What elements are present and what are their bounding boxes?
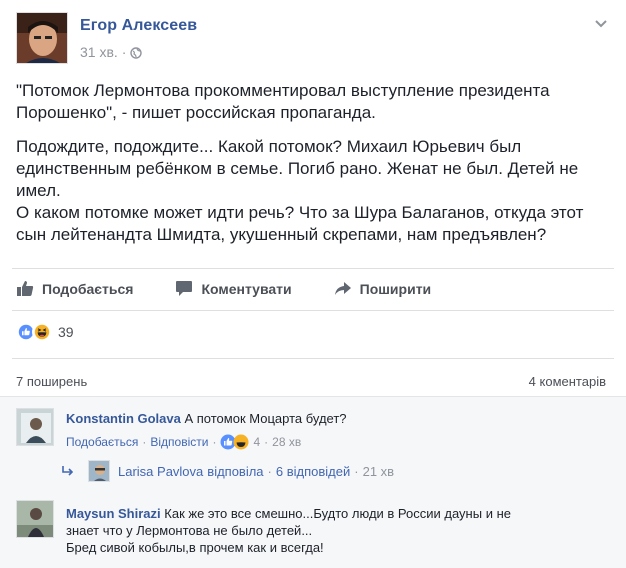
globe-icon [130, 46, 143, 59]
like-button[interactable]: Подобається [16, 280, 133, 297]
divider [12, 268, 614, 269]
comment-label: Коментувати [201, 280, 292, 297]
reply-arrow-icon [62, 466, 74, 476]
reply-time[interactable]: 21 хв [363, 464, 394, 479]
comment-icon [176, 281, 193, 296]
post-time[interactable]: 31 хв. [80, 44, 118, 60]
chevron-down-icon[interactable] [594, 16, 608, 28]
meta-separator: · [121, 44, 127, 60]
commenter-name[interactable]: Maysun Shirazi [66, 506, 161, 521]
comment-time[interactable]: 28 хв [272, 435, 301, 449]
replier-action: відповіла [207, 463, 264, 479]
comment-button[interactable]: Коментувати [175, 280, 292, 297]
replies-count[interactable]: 6 відповідей [276, 464, 350, 479]
comment-text: Бред сивой кобылы,в прочем как и всегда! [66, 540, 324, 555]
comment-like-link[interactable]: Подобається [66, 435, 138, 449]
replier-name[interactable]: Larisa Pavlova [118, 464, 203, 479]
post-paragraph: Подождите, подождите... Какой потомок? М… [16, 137, 579, 200]
replier-avatar[interactable] [88, 460, 110, 482]
author-avatar[interactable] [16, 12, 68, 64]
comment-meta: Подобається · Відповісти · 4 · 28 хв [66, 434, 302, 450]
author-name[interactable]: Егор Алексеев [80, 17, 197, 35]
comment-reply-link[interactable]: Відповісти [150, 435, 208, 449]
post-paragraph: "Потомок Лермонтова прокомментировал выс… [16, 81, 550, 122]
post-body: "Потомок Лермонтова прокомментировал выс… [16, 80, 616, 258]
share-button[interactable]: Поширити [334, 280, 432, 297]
reactions-summary[interactable]: 39 [16, 322, 74, 342]
commenter-name[interactable]: Konstantin Golava [66, 411, 181, 426]
comment-text: Как же это все смешно...Будто люди в Рос… [164, 506, 511, 521]
post-meta: 31 хв. · [80, 44, 143, 60]
divider [12, 310, 614, 311]
shares-count[interactable]: 7 поширень [16, 374, 87, 389]
like-label: Подобається [42, 280, 134, 297]
replies-summary[interactable]: Larisa Pavlova відповіла · 6 відповідей … [62, 460, 394, 482]
post-actions: Подобається Коментувати Поширити [16, 280, 473, 297]
haha-reaction-icon [32, 322, 52, 342]
comment-reaction-count[interactable]: 4 [253, 435, 260, 449]
commenter-avatar[interactable] [16, 408, 54, 446]
thumbs-up-icon [17, 281, 34, 296]
haha-reaction-icon [233, 434, 249, 450]
comment-body: Maysun Shirazi Как же это все смешно...Б… [66, 505, 606, 556]
comments-count[interactable]: 4 коментарів [529, 374, 606, 389]
post-paragraph: О каком потомке может идти речь? Что за … [16, 203, 584, 244]
share-label: Поширити [359, 280, 432, 297]
commenter-avatar[interactable] [16, 500, 54, 538]
comment-text: знает что у Лермонтова не было детей... [66, 523, 313, 538]
facebook-post: Егор Алексеев 31 хв. · "Потомок Лермонто… [0, 0, 626, 568]
share-arrow-icon [334, 282, 351, 295]
divider [12, 358, 614, 359]
comment-body: Konstantin Golava А потомок Моцарта буде… [66, 410, 347, 427]
comment-text: А потомок Моцарта будет? [184, 411, 347, 426]
reaction-count: 39 [58, 324, 74, 340]
